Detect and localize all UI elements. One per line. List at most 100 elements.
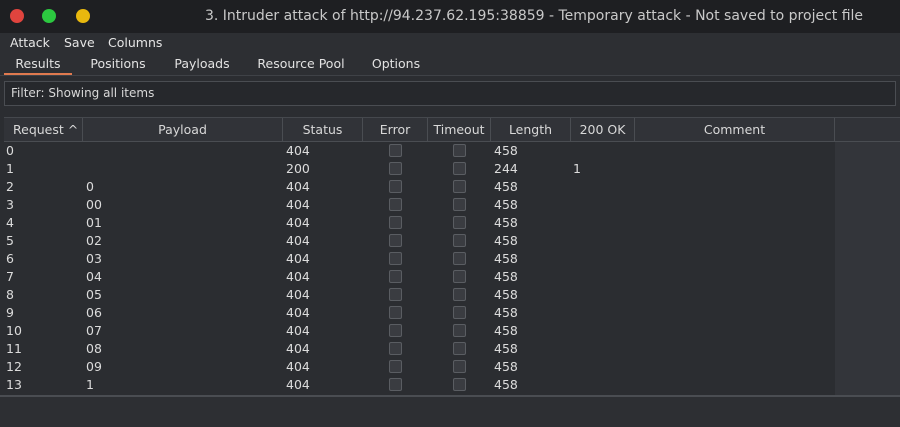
cell-status: 200 (286, 161, 310, 176)
error-checkbox (389, 378, 402, 391)
menu-attack[interactable]: Attack (10, 35, 50, 50)
table-row[interactable]: 13 1 404 458 (4, 376, 835, 394)
cell-payload: 09 (86, 359, 102, 374)
timeout-checkbox (453, 162, 466, 175)
close-window-button[interactable] (10, 9, 24, 23)
filter-text: Filter: Showing all items (11, 86, 155, 100)
timeout-checkbox (453, 216, 466, 229)
cell-length: 458 (494, 305, 518, 320)
table-row[interactable]: 12 09 404 458 (4, 358, 835, 376)
col-timeout[interactable]: Timeout (428, 118, 491, 141)
error-checkbox (389, 144, 402, 157)
cell-request: 0 (6, 143, 14, 158)
error-checkbox (389, 162, 402, 175)
cell-length: 458 (494, 359, 518, 374)
cell-payload: 08 (86, 341, 102, 356)
cell-payload: 05 (86, 287, 102, 302)
cell-200-ok: 1 (573, 161, 581, 176)
cell-payload: 0 (86, 179, 94, 194)
cell-request: 7 (6, 269, 14, 284)
table-row[interactable]: 8 05 404 458 (4, 286, 835, 304)
cell-payload: 06 (86, 305, 102, 320)
error-checkbox (389, 270, 402, 283)
error-checkbox (389, 216, 402, 229)
tab-options[interactable]: Options (364, 53, 428, 74)
timeout-checkbox (453, 360, 466, 373)
timeout-checkbox (453, 234, 466, 247)
cell-length: 458 (494, 323, 518, 338)
timeout-checkbox (453, 306, 466, 319)
table-row[interactable]: 0 404 458 (4, 142, 835, 160)
col-length[interactable]: Length (491, 118, 571, 141)
cell-length: 458 (494, 179, 518, 194)
cell-status: 404 (286, 143, 310, 158)
cell-request: 12 (6, 359, 22, 374)
tab-positions[interactable]: Positions (80, 53, 156, 74)
cell-length: 458 (494, 287, 518, 302)
menu-columns[interactable]: Columns (108, 35, 162, 50)
filter-bar[interactable]: Filter: Showing all items (4, 81, 896, 106)
cell-status: 404 (286, 197, 310, 212)
cell-request: 13 (6, 377, 22, 392)
col-comment[interactable]: Comment (635, 118, 835, 141)
table-row[interactable]: 2 0 404 458 (4, 178, 835, 196)
error-checkbox (389, 324, 402, 337)
table-header: Request ^ Payload Status Error Timeout L… (4, 118, 900, 142)
col-request[interactable]: Request ^ (4, 118, 83, 141)
cell-status: 404 (286, 233, 310, 248)
table-row[interactable]: 1 200 244 1 (4, 160, 835, 178)
col-200-ok[interactable]: 200 OK (571, 118, 635, 141)
error-checkbox (389, 288, 402, 301)
cell-request: 11 (6, 341, 22, 356)
table-row[interactable]: 9 06 404 458 (4, 304, 835, 322)
error-checkbox (389, 198, 402, 211)
minimize-window-button[interactable] (42, 9, 56, 23)
cell-length: 458 (494, 341, 518, 356)
cell-status: 404 (286, 359, 310, 374)
table-row[interactable]: 6 03 404 458 (4, 250, 835, 268)
col-error[interactable]: Error (363, 118, 428, 141)
cell-length: 458 (494, 143, 518, 158)
cell-payload: 02 (86, 233, 102, 248)
table-row[interactable]: 3 00 404 458 (4, 196, 835, 214)
cell-request: 8 (6, 287, 14, 302)
tab-resource-pool[interactable]: Resource Pool (252, 53, 350, 74)
cell-status: 404 (286, 251, 310, 266)
table-row[interactable]: 4 01 404 458 (4, 214, 835, 232)
cell-payload: 03 (86, 251, 102, 266)
cell-length: 458 (494, 377, 518, 392)
table-row[interactable]: 5 02 404 458 (4, 232, 835, 250)
cell-status: 404 (286, 287, 310, 302)
tab-bar: Results Positions Payloads Resource Pool… (0, 53, 900, 76)
col-status[interactable]: Status (283, 118, 363, 141)
timeout-checkbox (453, 180, 466, 193)
table-row[interactable]: 10 07 404 458 (4, 322, 835, 340)
menu-save[interactable]: Save (64, 35, 95, 50)
zoom-window-button[interactable] (76, 9, 90, 23)
cell-status: 404 (286, 179, 310, 194)
cell-length: 458 (494, 215, 518, 230)
timeout-checkbox (453, 198, 466, 211)
cell-length: 458 (494, 197, 518, 212)
window-title: 3. Intruder attack of http://94.237.62.1… (205, 8, 864, 24)
error-checkbox (389, 234, 402, 247)
cell-request: 1 (6, 161, 14, 176)
cell-payload: 04 (86, 269, 102, 284)
timeout-checkbox (453, 378, 466, 391)
menu-bar: Attack Save Columns (0, 33, 900, 53)
cell-request: 9 (6, 305, 14, 320)
title-bar: 3. Intruder attack of http://94.237.62.1… (0, 0, 900, 33)
tab-payloads[interactable]: Payloads (166, 53, 238, 74)
bottom-panel (0, 395, 900, 427)
cell-request: 4 (6, 215, 14, 230)
timeout-checkbox (453, 288, 466, 301)
timeout-checkbox (453, 342, 466, 355)
cell-request: 6 (6, 251, 14, 266)
cell-request: 2 (6, 179, 14, 194)
table-row[interactable]: 7 04 404 458 (4, 268, 835, 286)
col-payload[interactable]: Payload (83, 118, 283, 141)
table-row[interactable]: 11 08 404 458 (4, 340, 835, 358)
error-checkbox (389, 252, 402, 265)
results-table: Request ^ Payload Status Error Timeout L… (4, 117, 900, 396)
tab-results[interactable]: Results (4, 53, 72, 75)
